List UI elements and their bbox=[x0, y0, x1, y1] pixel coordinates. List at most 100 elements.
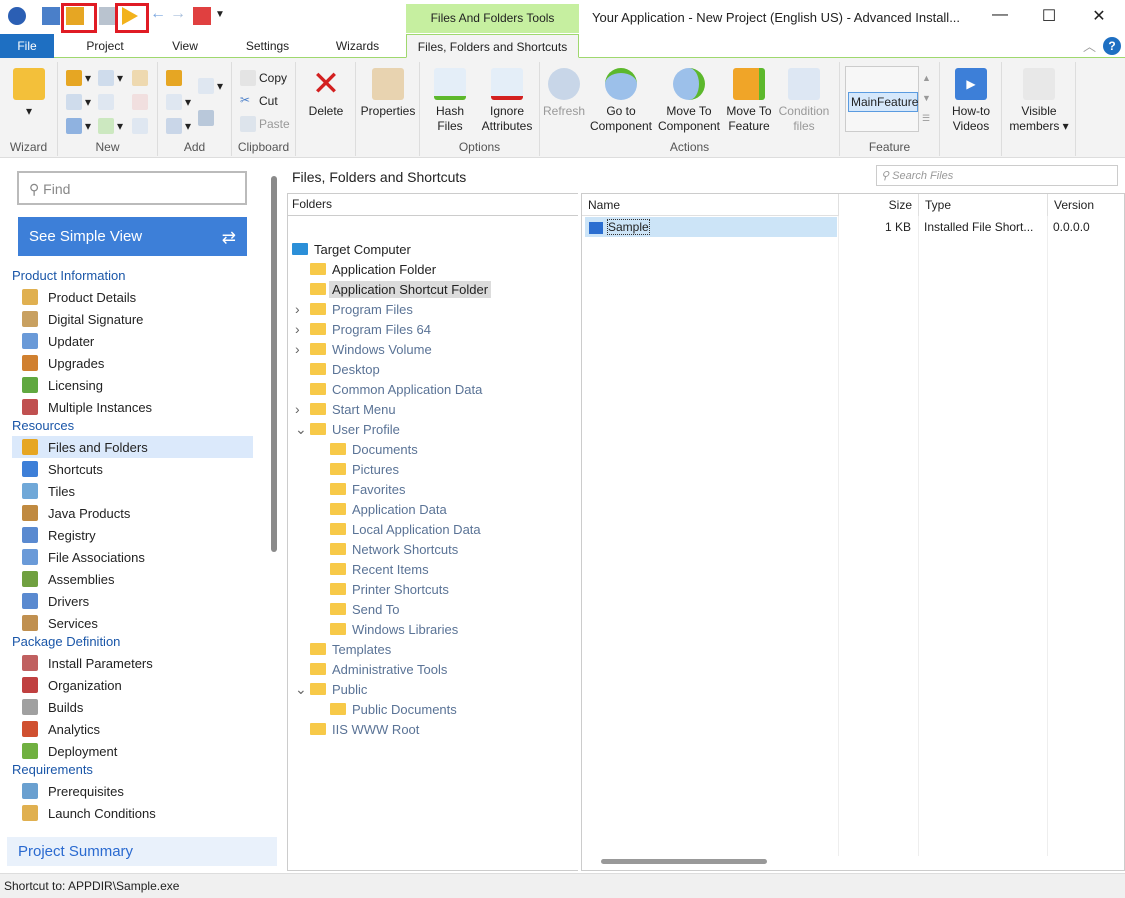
maximize-button[interactable]: ☐ bbox=[1034, 6, 1064, 28]
tree-item[interactable]: Favorites bbox=[330, 479, 405, 499]
tab-file[interactable]: File bbox=[0, 34, 54, 58]
tree-item[interactable]: Public Documents bbox=[330, 699, 457, 719]
sidebar-scrollbar[interactable] bbox=[271, 176, 277, 552]
move-to-component-button[interactable]: Move To Component bbox=[656, 68, 722, 134]
calendar-icon[interactable] bbox=[193, 7, 211, 25]
copy-button[interactable]: Copy bbox=[240, 70, 287, 86]
sidebar-item-licensing[interactable]: Licensing bbox=[12, 374, 253, 396]
back-arrow-icon[interactable]: ← bbox=[150, 5, 168, 23]
sidebar-item-deployment[interactable]: Deployment bbox=[12, 740, 253, 762]
project-summary-button[interactable]: Project Summary bbox=[7, 837, 277, 866]
new-component-button[interactable] bbox=[132, 70, 148, 86]
column-version[interactable]: Version bbox=[1048, 194, 1125, 216]
new-shortcut-button[interactable]: ▾ bbox=[66, 94, 91, 110]
wizard-button[interactable]: ▾ bbox=[10, 68, 48, 119]
collapse-ribbon-icon[interactable]: ︿ bbox=[1083, 36, 1096, 55]
app-logo-icon[interactable] bbox=[8, 7, 26, 25]
expand-chevron-icon[interactable]: › bbox=[295, 402, 305, 416]
tree-item[interactable]: Documents bbox=[330, 439, 418, 459]
tree-item[interactable]: Application Shortcut Folder bbox=[310, 279, 492, 299]
customize-dropdown-icon[interactable]: ▼ bbox=[215, 9, 233, 27]
add-tree-button[interactable] bbox=[198, 110, 214, 126]
properties-button[interactable]: Properties bbox=[358, 68, 418, 119]
search-files-input[interactable]: ⚲ Search Files bbox=[876, 165, 1118, 186]
tree-item[interactable]: Desktop bbox=[310, 359, 380, 379]
sidebar-item-digital-signature[interactable]: Digital Signature bbox=[12, 308, 253, 330]
feature-list[interactable]: MainFeature bbox=[845, 66, 919, 132]
visible-members-button[interactable]: Visible members ▾ bbox=[1004, 68, 1074, 134]
sidebar-item-product-details[interactable]: Product Details bbox=[12, 286, 253, 308]
collapse-chevron-icon[interactable]: ⌄ bbox=[295, 682, 307, 696]
condition-files-button[interactable]: Condition files bbox=[774, 68, 834, 134]
tree-item[interactable]: Templates bbox=[310, 639, 391, 659]
tree-item[interactable]: Administrative Tools bbox=[310, 659, 447, 679]
sidebar-item-file-associations[interactable]: File Associations bbox=[12, 546, 253, 568]
new-file-button[interactable]: ▾ bbox=[98, 70, 123, 86]
sidebar-item-drivers[interactable]: Drivers bbox=[12, 590, 253, 612]
refresh-button[interactable]: Refresh bbox=[540, 68, 588, 119]
sidebar-item-shortcuts[interactable]: Shortcuts bbox=[12, 458, 253, 480]
tree-item[interactable]: Local Application Data bbox=[330, 519, 481, 539]
tab-view[interactable]: View bbox=[160, 34, 210, 58]
tree-item[interactable]: IIS WWW Root bbox=[310, 719, 419, 739]
sidebar-item-builds[interactable]: Builds bbox=[12, 696, 253, 718]
sidebar-item-files-and-folders[interactable]: Files and Folders bbox=[12, 436, 253, 458]
new-import-button[interactable]: ▾ bbox=[98, 118, 123, 134]
add-temp-button[interactable]: ▾ bbox=[166, 118, 191, 134]
sidebar-item-analytics[interactable]: Analytics bbox=[12, 718, 253, 740]
expand-chevron-icon[interactable]: › bbox=[295, 342, 305, 356]
feature-scroll-icon[interactable]: ▲ ▼ ☰ bbox=[922, 68, 931, 128]
delete-button[interactable]: ✕ Delete bbox=[302, 67, 350, 119]
sidebar-item-launch-conditions[interactable]: Launch Conditions bbox=[12, 802, 253, 824]
new-folder-button[interactable]: ▾ bbox=[66, 70, 91, 86]
forward-arrow-icon[interactable]: → bbox=[170, 5, 188, 23]
new-text-file-button[interactable] bbox=[98, 94, 114, 110]
add-file-button[interactable]: ▾ bbox=[198, 78, 223, 94]
tab-settings[interactable]: Settings bbox=[235, 34, 300, 58]
sidebar-item-multiple-instances[interactable]: Multiple Instances bbox=[12, 396, 253, 418]
tab-wizards[interactable]: Wizards bbox=[325, 34, 390, 58]
sidebar-item-updater[interactable]: Updater bbox=[12, 330, 253, 352]
sidebar-item-prerequisites[interactable]: Prerequisites bbox=[12, 780, 253, 802]
expand-chevron-icon[interactable]: › bbox=[295, 322, 305, 336]
tree-item[interactable]: Common Application Data bbox=[310, 379, 482, 399]
column-size[interactable]: Size bbox=[839, 194, 919, 216]
find-input[interactable]: ⚲ Find bbox=[17, 171, 247, 205]
new-folder-set-button[interactable]: ▾ bbox=[66, 118, 91, 134]
paste-button[interactable]: Paste bbox=[240, 116, 290, 132]
howto-videos-button[interactable]: ▶ How-to Videos bbox=[944, 68, 998, 134]
tab-project[interactable]: Project bbox=[70, 34, 140, 58]
tree-item[interactable]: Target Computer bbox=[292, 239, 411, 259]
move-to-feature-button[interactable]: Move To Feature bbox=[724, 68, 774, 134]
tree-item[interactable]: Send To bbox=[330, 599, 399, 619]
sidebar-item-registry[interactable]: Registry bbox=[12, 524, 253, 546]
sidebar-item-install-parameters[interactable]: Install Parameters bbox=[12, 652, 253, 674]
add-files-button[interactable]: ▾ bbox=[166, 94, 191, 110]
tree-item[interactable]: Printer Shortcuts bbox=[330, 579, 449, 599]
expand-chevron-icon[interactable]: › bbox=[295, 302, 305, 316]
save-icon[interactable] bbox=[42, 7, 60, 25]
collapse-chevron-icon[interactable]: ⌄ bbox=[295, 422, 307, 436]
simple-view-button[interactable]: See Simple View ⇄ bbox=[18, 217, 247, 256]
tree-item[interactable]: Program Files bbox=[310, 299, 413, 319]
column-name[interactable]: Name bbox=[582, 194, 839, 216]
tree-item[interactable]: Start Menu bbox=[310, 399, 396, 419]
sidebar-item-assemblies[interactable]: Assemblies bbox=[12, 568, 253, 590]
tree-item[interactable]: Windows Volume bbox=[310, 339, 432, 359]
hash-files-button[interactable]: Hash Files bbox=[426, 68, 474, 134]
go-to-component-button[interactable]: Go to Component bbox=[588, 68, 654, 134]
tree-item[interactable]: Network Shortcuts bbox=[330, 539, 458, 559]
tree-item[interactable]: User Profile bbox=[310, 419, 400, 439]
new-html-button[interactable] bbox=[132, 94, 148, 110]
minimize-button[interactable]: — bbox=[985, 6, 1015, 28]
sidebar-item-tiles[interactable]: Tiles bbox=[12, 480, 253, 502]
tree-item[interactable]: Pictures bbox=[330, 459, 399, 479]
tab-files-folders-shortcuts[interactable]: Files, Folders and Shortcuts bbox=[406, 34, 579, 58]
ignore-attributes-button[interactable]: Ignore Attributes bbox=[474, 68, 540, 134]
tree-item[interactable]: Windows Libraries bbox=[330, 619, 458, 639]
feature-item-selected[interactable]: MainFeature bbox=[848, 92, 918, 112]
tree-item[interactable]: Public bbox=[310, 679, 367, 699]
help-icon[interactable]: ? bbox=[1103, 37, 1121, 55]
add-folder-button[interactable] bbox=[166, 70, 182, 86]
tree-item[interactable]: Application Data bbox=[330, 499, 447, 519]
